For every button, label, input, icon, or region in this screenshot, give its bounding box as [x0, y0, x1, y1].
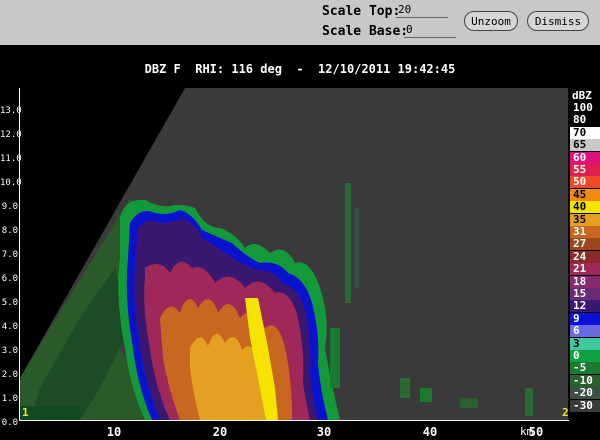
x-axis-unit: km [520, 425, 534, 438]
radar-echo-image [20, 88, 568, 420]
legend-entry: -30 [570, 399, 600, 412]
scale-base-input[interactable]: 0 [404, 24, 456, 38]
legend-entry: 55 [570, 164, 600, 176]
x-tick-label: 20 [212, 425, 228, 439]
control-panel: Scale Top: 20 Scale Base: 0 Unzoom Dismi… [0, 0, 600, 45]
corner-marker-left: 1 [22, 406, 29, 419]
legend-entry: 50 [570, 176, 600, 189]
y-tick-label: 3.0 [1, 346, 18, 356]
legend-entry: -10 [570, 374, 600, 387]
legend-entry: 3 [570, 337, 600, 350]
dismiss-button[interactable]: Dismiss [527, 11, 589, 31]
legend-entry: 100 [570, 102, 600, 114]
y-tick-label: 11.0 [0, 154, 22, 164]
legend-entry: 31 [570, 226, 600, 238]
y-tick-label: 4.0 [1, 322, 18, 332]
legend-entry: -5 [570, 362, 600, 375]
legend-entry: 27 [570, 238, 600, 251]
legend-entry: 40 [570, 201, 600, 214]
x-tick-label: 40 [422, 425, 438, 439]
x-axis-line [19, 420, 569, 421]
plot-title: DBZ F RHI: 116 deg - 12/10/2011 19:42:45 [144, 62, 456, 76]
legend-entry: 24 [570, 250, 600, 263]
y-tick-label: 10.0 [0, 178, 22, 188]
rhi-plot-area[interactable] [20, 88, 568, 420]
legend-entry: 60 [570, 151, 600, 164]
y-tick-label: 7.0 [1, 250, 18, 260]
weak-echo-band [345, 183, 351, 303]
scale-base-label: Scale Base: [322, 24, 409, 39]
y-tick-label: 0.0 [1, 418, 18, 428]
y-tick-label: 9.0 [1, 202, 18, 212]
legend-entry: 12 [570, 300, 600, 313]
legend-entry: 18 [570, 275, 600, 288]
x-tick-label: 30 [316, 425, 332, 439]
y-tick-label: 13.0 [0, 106, 22, 116]
x-tick-label: 10 [106, 425, 122, 439]
y-tick-label: 12.0 [0, 130, 22, 140]
legend-entry: 70 [570, 126, 600, 139]
scale-top-input[interactable]: 20 [396, 4, 448, 18]
legend-entry: 45 [570, 188, 600, 201]
y-tick-label: 1.0 [1, 394, 18, 404]
unzoom-button[interactable]: Unzoom [464, 11, 518, 31]
y-tick-label: 8.0 [1, 226, 18, 236]
legend-entry: 65 [570, 139, 600, 152]
legend-entry: 9 [570, 312, 600, 325]
y-tick-label: 5.0 [1, 298, 18, 308]
y-tick-label: 2.0 [1, 370, 18, 380]
scale-top-label: Scale Top: [322, 4, 401, 19]
legend-entry: 35 [570, 213, 600, 226]
legend-entry: 21 [570, 263, 600, 276]
legend-entry: 0 [570, 350, 600, 362]
y-tick-label: 6.0 [1, 274, 18, 284]
legend-entry: -20 [570, 387, 600, 400]
legend-entry: 15 [570, 288, 600, 300]
legend-entry: 80 [570, 114, 600, 127]
corner-marker-right: 2 [562, 406, 569, 419]
legend-entry: 6 [570, 325, 600, 338]
